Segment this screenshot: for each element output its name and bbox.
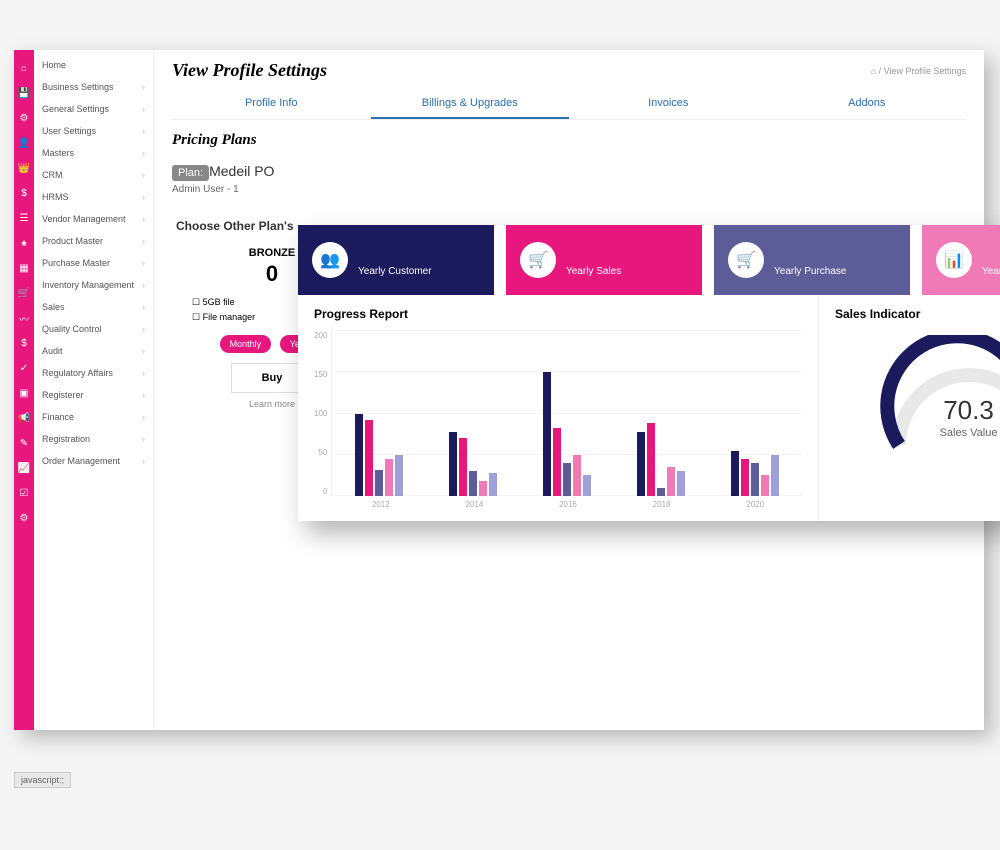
cart-icon: 🛒 <box>728 242 764 278</box>
rail-icon[interactable]: $ <box>14 181 34 206</box>
progress-report-panel: Progress Report 200150100500 20122014201… <box>298 295 818 521</box>
sidebar-item-order[interactable]: Order Management› <box>34 450 153 472</box>
cart-icon: 🛒 <box>520 242 556 278</box>
rail-icon[interactable]: ⚙ <box>14 506 34 531</box>
sales-indicator-panel: Sales Indicator 70.3 Sales Value <box>818 295 1000 521</box>
pricing-section-title: Pricing Plans <box>172 132 966 149</box>
sidebar-item-registration[interactable]: Registration› <box>34 428 153 450</box>
chevron-right-icon: › <box>142 368 145 378</box>
sidebar-item-product[interactable]: Product Master› <box>34 230 153 252</box>
rail-icon[interactable]: 📈 <box>14 456 34 481</box>
plan-subtitle: Admin User - 1 <box>172 184 966 195</box>
tile-yearly-stocks[interactable]: 📊 Yearly Stocks <box>922 225 1000 295</box>
sidebar-item-business-settings[interactable]: Business Settings› <box>34 76 153 98</box>
sales-gauge: 70.3 Sales Value <box>879 335 1000 465</box>
current-plan: Plan:Medeil PO Admin User - 1 <box>172 163 966 195</box>
tile-label: Yearly Stocks <box>982 266 1000 277</box>
rail-icon[interactable]: ⚙ <box>14 106 34 131</box>
status-bar: javascript:; <box>14 772 71 788</box>
sidebar-item-finance[interactable]: Finance› <box>34 406 153 428</box>
sidebar-item-inventory[interactable]: Inventory Management› <box>34 274 153 296</box>
rail-icon[interactable]: $ <box>14 331 34 356</box>
sidebar-item-home[interactable]: Home <box>34 54 153 76</box>
chevron-right-icon: › <box>142 148 145 158</box>
chart-x-axis: 20122014201620182020 <box>334 500 802 509</box>
breadcrumb: ⌂ / View Profile Settings <box>871 66 966 76</box>
tile-yearly-sales[interactable]: 🛒 Yearly Sales <box>506 225 702 295</box>
sidebar-item-purchase[interactable]: Purchase Master› <box>34 252 153 274</box>
tile-label: Yearly Customer <box>358 266 432 277</box>
page-title: View Profile Settings <box>172 60 327 81</box>
home-icon[interactable]: ⌂ <box>871 66 876 76</box>
sidebar-item-masters[interactable]: Masters› <box>34 142 153 164</box>
chevron-right-icon: › <box>142 258 145 268</box>
tab-profile-info[interactable]: Profile Info <box>172 89 371 119</box>
tab-billings[interactable]: Billings & Upgrades <box>371 89 570 119</box>
tile-label: Yearly Sales <box>566 266 621 277</box>
chevron-right-icon: › <box>142 434 145 444</box>
sidebar-item-regulatory[interactable]: Regulatory Affairs› <box>34 362 153 384</box>
icon-rail: ⌂ 💾 ⚙ 👤 👑 $ ☰ ♠ ▦ 🛒 〰 $ ✓ ▣ 📢 ✎ 📈 ☑ ⚙ <box>14 50 34 730</box>
gauge-label: Sales Value <box>879 427 1000 439</box>
plan-badge: Plan: <box>172 165 209 181</box>
dashboard-overlay: 👥 Yearly Customer 🛒 Yearly Sales 🛒 Yearl… <box>298 225 1000 521</box>
tab-invoices[interactable]: Invoices <box>569 89 768 119</box>
rail-icon[interactable]: ✎ <box>14 431 34 456</box>
users-icon: 👥 <box>312 242 348 278</box>
chevron-right-icon: › <box>142 82 145 92</box>
monthly-button[interactable]: Monthly <box>220 335 272 353</box>
tile-yearly-purchase[interactable]: 🛒 Yearly Purchase <box>714 225 910 295</box>
rail-icon[interactable]: 💾 <box>14 81 34 106</box>
sidebar-item-registerer[interactable]: Registerer› <box>34 384 153 406</box>
sidebar-item-user-settings[interactable]: User Settings› <box>34 120 153 142</box>
rail-icon[interactable]: 🛒 <box>14 281 34 306</box>
sidebar-item-vendor[interactable]: Vendor Management› <box>34 208 153 230</box>
chevron-right-icon: › <box>142 324 145 334</box>
rail-icon[interactable]: 👑 <box>14 156 34 181</box>
chevron-right-icon: › <box>142 236 145 246</box>
rail-icon[interactable]: 〰 <box>14 306 34 331</box>
rail-icon[interactable]: ☰ <box>14 206 34 231</box>
rail-icon[interactable]: 📢 <box>14 406 34 431</box>
chevron-right-icon: › <box>142 280 145 290</box>
chevron-right-icon: › <box>142 390 145 400</box>
chevron-right-icon: › <box>142 412 145 422</box>
chart-y-axis: 200150100500 <box>314 331 331 496</box>
chevron-right-icon: › <box>142 170 145 180</box>
chart-title: Progress Report <box>314 307 802 321</box>
chevron-right-icon: › <box>142 192 145 202</box>
chevron-right-icon: › <box>142 302 145 312</box>
plan-card-price: 0 <box>266 261 278 287</box>
chevron-right-icon: › <box>142 456 145 466</box>
chart-plot <box>331 331 802 496</box>
sidebar-item-general-settings[interactable]: General Settings› <box>34 98 153 120</box>
rail-icon[interactable]: ♠ <box>14 231 34 256</box>
rail-icon[interactable]: 👤 <box>14 131 34 156</box>
plan-name: Medeil PO <box>209 163 274 179</box>
sidebar-item-crm[interactable]: CRM› <box>34 164 153 186</box>
chevron-right-icon: › <box>142 214 145 224</box>
rail-icon[interactable]: ▦ <box>14 256 34 281</box>
sidebar-item-sales[interactable]: Sales› <box>34 296 153 318</box>
rail-icon[interactable]: ⌂ <box>14 56 34 81</box>
tab-addons[interactable]: Addons <box>768 89 967 119</box>
chevron-right-icon: › <box>142 104 145 114</box>
rail-icon[interactable]: ☑ <box>14 481 34 506</box>
sidebar-item-audit[interactable]: Audit› <box>34 340 153 362</box>
chart-icon: 📊 <box>936 242 972 278</box>
gauge-value: 70.3 <box>879 395 1000 426</box>
chevron-right-icon: › <box>142 126 145 136</box>
sidebar: Home Business Settings› General Settings… <box>34 50 154 730</box>
gauge-title: Sales Indicator <box>835 307 1000 321</box>
sidebar-item-quality[interactable]: Quality Control› <box>34 318 153 340</box>
chevron-right-icon: › <box>142 346 145 356</box>
rail-icon[interactable]: ✓ <box>14 356 34 381</box>
learn-more-link[interactable]: Learn more <box>249 399 295 409</box>
sidebar-item-hrms[interactable]: HRMS› <box>34 186 153 208</box>
tile-label: Yearly Purchase <box>774 266 846 277</box>
rail-icon[interactable]: ▣ <box>14 381 34 406</box>
tile-yearly-customer[interactable]: 👥 Yearly Customer <box>298 225 494 295</box>
tabs: Profile Info Billings & Upgrades Invoice… <box>172 89 966 120</box>
plan-card-name: BRONZE <box>249 247 295 259</box>
